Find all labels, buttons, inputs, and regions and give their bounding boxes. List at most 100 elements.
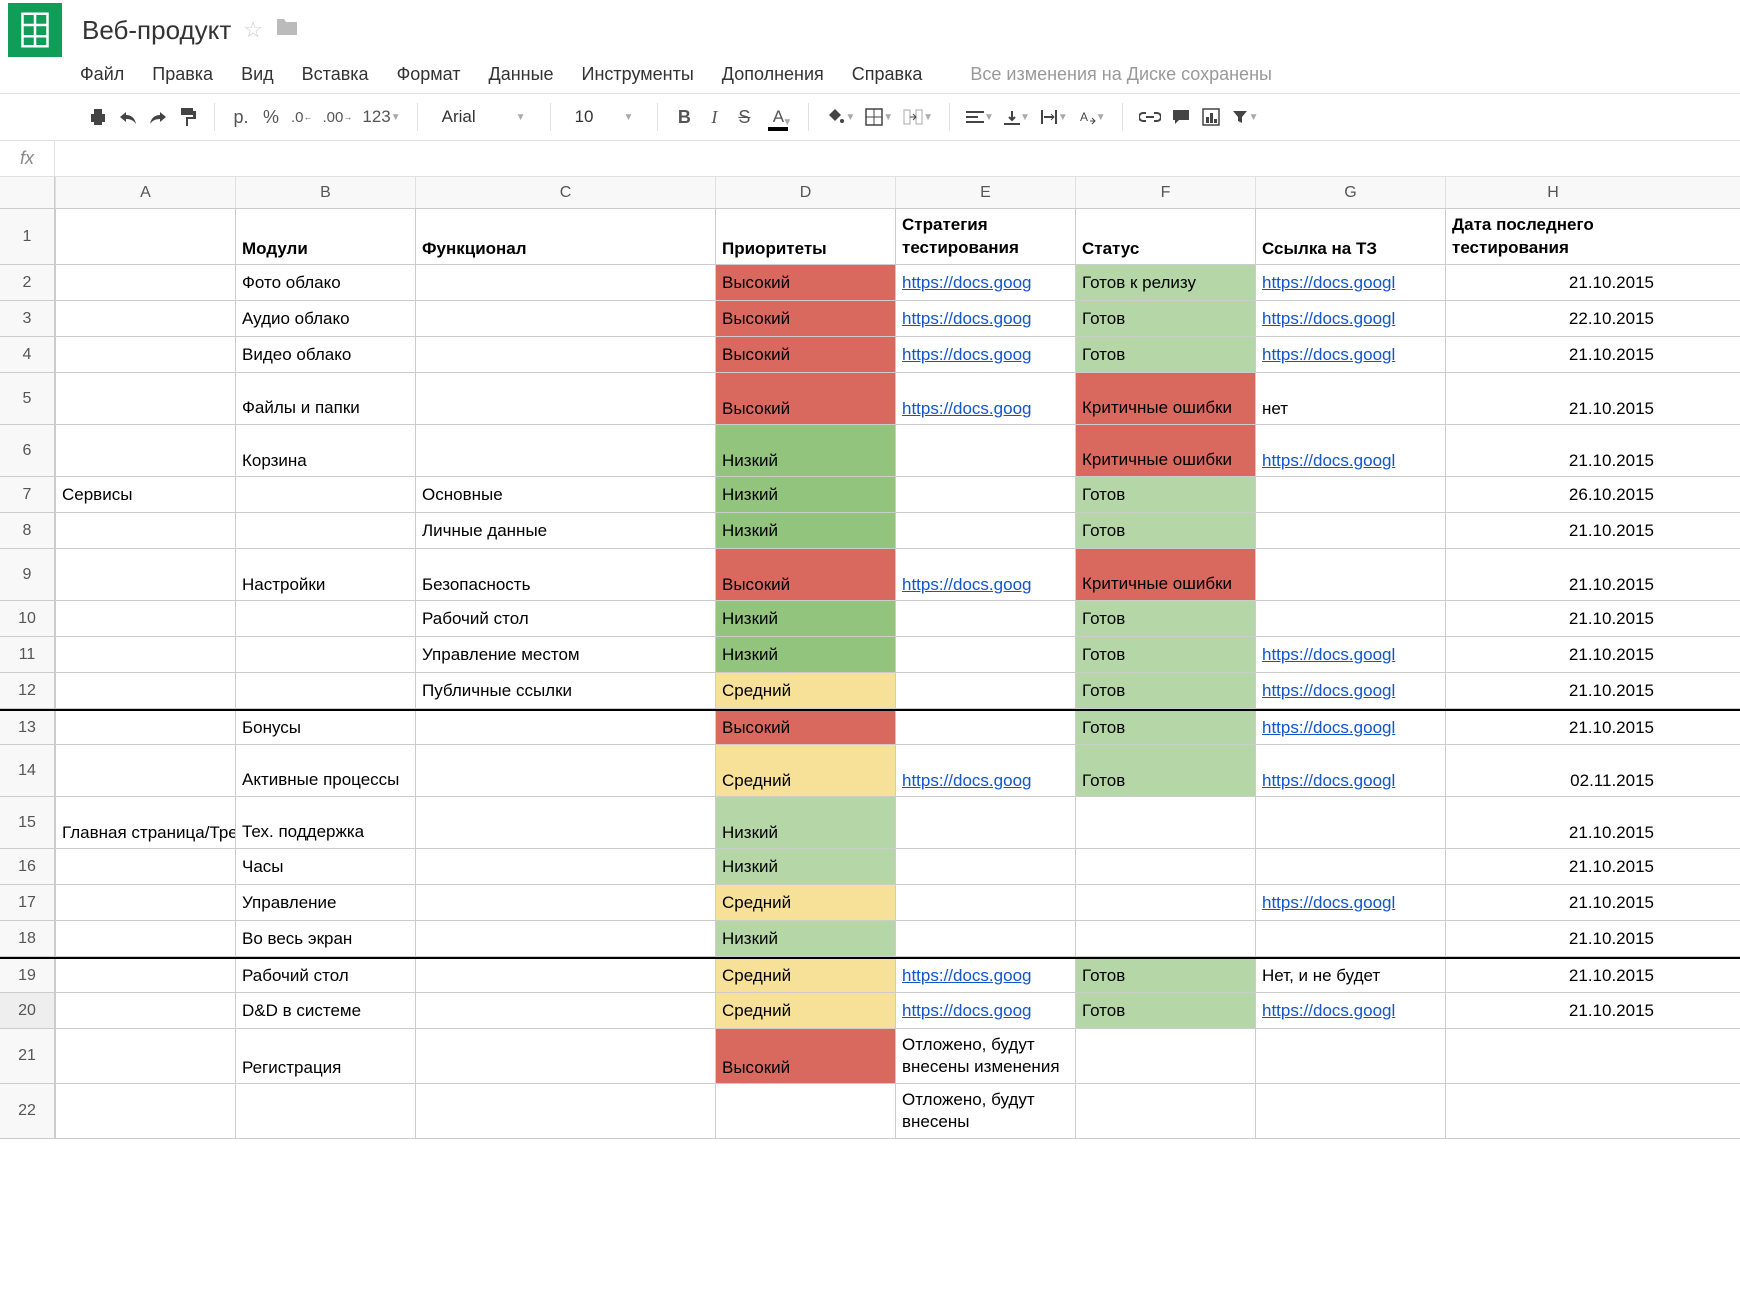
cell[interactable]: Готов — [1075, 711, 1255, 744]
percent-button[interactable]: % — [261, 107, 281, 128]
cell[interactable]: https://docs.googl — [1255, 337, 1445, 372]
cell[interactable] — [895, 477, 1075, 512]
row-header[interactable]: 3 — [0, 301, 55, 336]
col-header[interactable]: G — [1255, 177, 1445, 208]
cell[interactable]: Готов — [1075, 301, 1255, 336]
cell[interactable] — [715, 1084, 895, 1138]
row-header[interactable]: 20 — [0, 993, 55, 1028]
cell[interactable] — [1445, 1029, 1660, 1083]
cell[interactable]: Низкий — [715, 601, 895, 636]
cell[interactable]: https://docs.googl — [1255, 993, 1445, 1028]
cell[interactable]: Отложено, будут внесены изменения — [895, 1029, 1075, 1083]
cell[interactable]: Готов — [1075, 637, 1255, 672]
cell[interactable]: Тех. поддержка — [235, 797, 415, 848]
cell[interactable]: Основные — [415, 477, 715, 512]
cell[interactable]: Высокий — [715, 1029, 895, 1083]
cell[interactable]: Низкий — [715, 637, 895, 672]
cell[interactable] — [55, 711, 235, 744]
cell[interactable]: https://docs.goog — [895, 265, 1075, 300]
cell[interactable]: https://docs.goog — [895, 337, 1075, 372]
cell[interactable] — [415, 1084, 715, 1138]
doc-title[interactable]: Веб-продукт — [82, 15, 231, 46]
cell[interactable]: Средний — [715, 745, 895, 796]
cell[interactable] — [1255, 549, 1445, 600]
menu-file[interactable]: Файл — [80, 64, 124, 85]
cell[interactable]: 21.10.2015 — [1445, 797, 1660, 848]
font-select[interactable]: Arial▼ — [434, 107, 534, 127]
cell[interactable] — [895, 885, 1075, 920]
cell[interactable]: Низкий — [715, 797, 895, 848]
cell[interactable]: 21.10.2015 — [1445, 601, 1660, 636]
cell[interactable] — [415, 993, 715, 1028]
cell[interactable] — [895, 601, 1075, 636]
cell[interactable] — [55, 637, 235, 672]
number-format-button[interactable]: 123 ▼ — [362, 107, 400, 127]
star-icon[interactable]: ☆ — [243, 17, 263, 43]
cell[interactable]: Средний — [715, 673, 895, 708]
cell[interactable]: Дата последнего тестирования — [1445, 209, 1660, 264]
increase-decimal-button[interactable]: .00→ — [323, 109, 353, 126]
cell[interactable] — [235, 673, 415, 708]
cell[interactable] — [55, 209, 235, 264]
cell[interactable]: Готов к релизу — [1075, 265, 1255, 300]
col-header[interactable]: E — [895, 177, 1075, 208]
cell[interactable]: Модули — [235, 209, 415, 264]
row-header[interactable]: 13 — [0, 711, 55, 744]
cell[interactable]: 21.10.2015 — [1445, 337, 1660, 372]
cell[interactable]: Высокий — [715, 265, 895, 300]
cell[interactable] — [415, 425, 715, 476]
cell[interactable]: 21.10.2015 — [1445, 849, 1660, 884]
cell[interactable] — [1255, 477, 1445, 512]
decrease-decimal-button[interactable]: .0← — [291, 109, 313, 126]
cell[interactable] — [895, 711, 1075, 744]
cell[interactable] — [415, 797, 715, 848]
cell[interactable] — [1255, 513, 1445, 548]
cell[interactable] — [235, 513, 415, 548]
borders-icon[interactable]: ▼ — [865, 108, 893, 126]
cell[interactable]: 21.10.2015 — [1445, 637, 1660, 672]
row-header[interactable]: 12 — [0, 673, 55, 708]
cell[interactable]: 21.10.2015 — [1445, 711, 1660, 744]
cell[interactable]: Корзина — [235, 425, 415, 476]
cell[interactable]: Готов — [1075, 601, 1255, 636]
cell[interactable]: Файлы и папки — [235, 373, 415, 424]
row-header[interactable]: 17 — [0, 885, 55, 920]
folder-icon[interactable] — [275, 17, 299, 43]
cell[interactable] — [1075, 1029, 1255, 1083]
cell[interactable] — [415, 921, 715, 956]
cell[interactable] — [1075, 921, 1255, 956]
menu-addons[interactable]: Дополнения — [722, 64, 824, 85]
cell[interactable]: Сервисы — [55, 477, 235, 512]
row-header[interactable]: 21 — [0, 1029, 55, 1083]
menu-format[interactable]: Формат — [397, 64, 461, 85]
cell[interactable]: D&D в системе — [235, 993, 415, 1028]
menu-help[interactable]: Справка — [852, 64, 923, 85]
cell[interactable] — [235, 1084, 415, 1138]
cell[interactable]: Безопасность — [415, 549, 715, 600]
cell[interactable] — [895, 637, 1075, 672]
cell[interactable]: https://docs.goog — [895, 993, 1075, 1028]
cell[interactable] — [1255, 849, 1445, 884]
cell[interactable] — [235, 637, 415, 672]
merge-cells-icon[interactable]: ▼ — [903, 109, 933, 125]
cell[interactable] — [55, 513, 235, 548]
cell[interactable]: Бонусы — [235, 711, 415, 744]
cell[interactable] — [895, 513, 1075, 548]
cell[interactable]: Высокий — [715, 549, 895, 600]
row-header[interactable]: 19 — [0, 959, 55, 992]
cell[interactable]: Высокий — [715, 711, 895, 744]
cell[interactable] — [55, 301, 235, 336]
cell[interactable]: Высокий — [715, 301, 895, 336]
cell[interactable] — [1075, 849, 1255, 884]
cell[interactable] — [415, 745, 715, 796]
cell[interactable]: Высокий — [715, 373, 895, 424]
col-header[interactable]: D — [715, 177, 895, 208]
cell[interactable] — [235, 601, 415, 636]
cell[interactable] — [1255, 1029, 1445, 1083]
row-header[interactable]: 1 — [0, 209, 55, 264]
filter-icon[interactable]: ▼ — [1231, 109, 1259, 125]
cell[interactable]: Управление местом — [415, 637, 715, 672]
cell[interactable]: 21.10.2015 — [1445, 425, 1660, 476]
cell[interactable] — [415, 959, 715, 992]
row-header[interactable]: 7 — [0, 477, 55, 512]
